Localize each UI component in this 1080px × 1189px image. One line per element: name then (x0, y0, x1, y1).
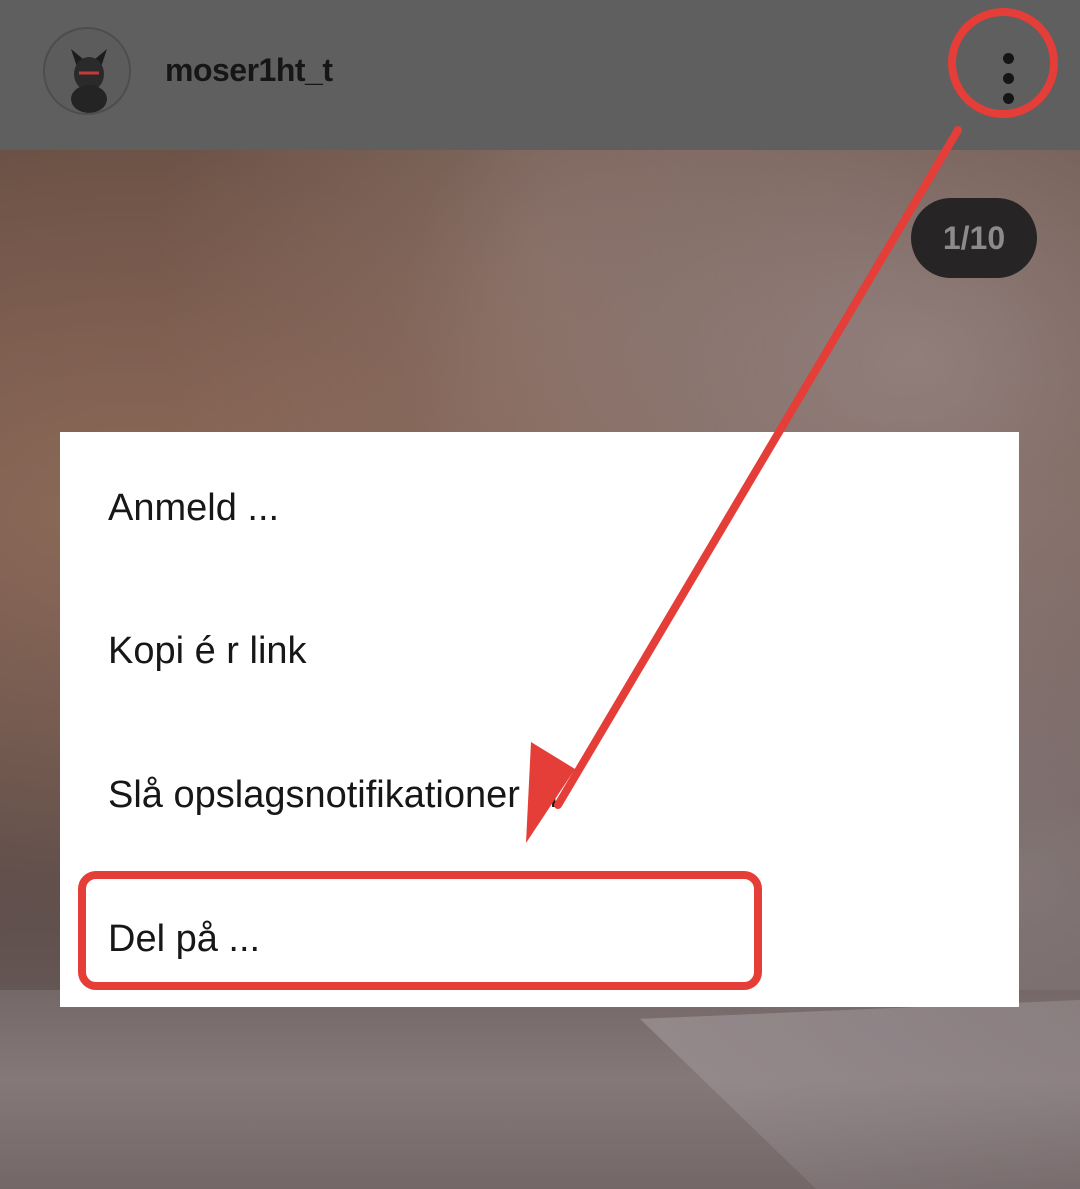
avatar-icon (45, 29, 129, 113)
more-vertical-icon-dot (1002, 92, 1014, 104)
avatar[interactable] (43, 27, 131, 115)
menu-item-report[interactable]: Anmeld ... (108, 487, 279, 530)
more-options-button[interactable] (968, 38, 1048, 118)
menu-item-post-notifications[interactable]: Slå opslagsnotifikationer til (108, 774, 558, 817)
more-vertical-icon (1002, 52, 1014, 64)
menu-item-copy-link[interactable]: Kopi é r link (108, 630, 307, 673)
options-menu: Anmeld ... Kopi é r link Slå opslagsnoti… (60, 432, 1019, 1007)
username[interactable]: moser1ht_t (165, 52, 333, 89)
carousel-counter: 1/10 (911, 198, 1037, 278)
post-header: moser1ht_t (0, 0, 1080, 150)
menu-item-share-to[interactable]: Del på ... (108, 918, 260, 961)
more-vertical-icon-dot (1002, 72, 1014, 84)
